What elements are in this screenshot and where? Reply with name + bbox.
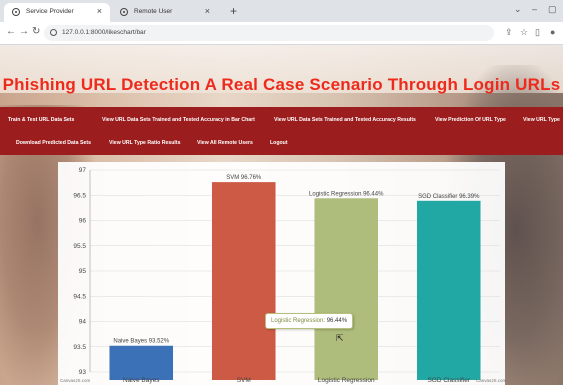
- tab-title: Service Provider: [26, 8, 74, 15]
- reload-icon[interactable]: ↻: [32, 26, 40, 37]
- tooltip-value: 96.44%: [326, 318, 348, 324]
- y-tick-label: 94: [79, 319, 87, 326]
- menu-remote-users[interactable]: View All Remote Users: [197, 140, 253, 146]
- browser-tab-bar: Service Provider × Remote User × + ⌄ – ▢: [0, 0, 563, 22]
- mouse-cursor-icon: ⇱: [336, 333, 344, 343]
- y-tick-label: 93: [79, 369, 87, 376]
- x-category-label: Logistic Regression: [318, 377, 375, 384]
- tab-title: Remote User: [134, 8, 173, 15]
- new-tab-button[interactable]: +: [230, 4, 237, 18]
- globe-icon: [12, 8, 20, 16]
- page-title: Phishing URL Detection A Real Case Scena…: [2, 75, 561, 94]
- menu-accuracy-bar-chart[interactable]: View URL Data Sets Trained and Tested Ac…: [102, 117, 255, 123]
- bar: [314, 198, 379, 380]
- info-icon[interactable]: [50, 29, 57, 36]
- y-tick-label: 97: [79, 167, 87, 174]
- x-category-label: SVM: [237, 377, 251, 384]
- data-label: Logistic Regression 96.44%: [309, 191, 384, 197]
- share-icon[interactable]: ⇪: [505, 27, 513, 38]
- data-label: SGD Classifier 96.39%: [418, 194, 480, 200]
- chart-credit-left[interactable]: CanvasJS.com: [60, 378, 90, 383]
- chevron-down-icon[interactable]: ⌄: [514, 4, 522, 15]
- accuracy-bar-chart: 97 96.5 96 95.5 95 94.5 94 93.5 93 Naive Bayes 93…: [58, 162, 506, 385]
- forward-arrow-icon[interactable]: →: [19, 26, 29, 37]
- menu-view-url-type[interactable]: View URL Type: [523, 117, 560, 123]
- y-tick-label: 94.5: [73, 293, 86, 300]
- data-label: SVM 96.76%: [226, 175, 262, 181]
- minimize-icon[interactable]: –: [532, 4, 537, 14]
- close-tab-icon[interactable]: ×: [97, 6, 102, 16]
- menu-logout[interactable]: Logout: [270, 140, 288, 146]
- y-tick-label: 95.5: [73, 243, 86, 250]
- profile-icon[interactable]: ●: [550, 27, 555, 37]
- close-tab-icon[interactable]: ×: [205, 6, 210, 16]
- y-tick-label: 96: [79, 218, 87, 225]
- chart-tooltip: Logistic Regression: 96.44%: [265, 313, 354, 329]
- menu-download-predicted[interactable]: Download Predicted Data Sets: [16, 140, 91, 146]
- y-tick-label: 96.5: [73, 192, 86, 199]
- bar: [416, 200, 481, 380]
- tooltip-label: Logistic Regression:: [271, 318, 326, 324]
- y-tick-label: 95: [79, 268, 87, 275]
- bookmark-star-icon[interactable]: ☆: [520, 27, 528, 38]
- data-label: Naive Bayes 93.52%: [113, 339, 169, 345]
- url-field[interactable]: 127.0.0.1:8000/likeschart/bar: [44, 25, 494, 41]
- globe-icon: [120, 8, 128, 16]
- browser-tab-service-provider[interactable]: Service Provider ×: [4, 3, 110, 22]
- menu-accuracy-results[interactable]: View URL Data Sets Trained and Tested Ac…: [274, 117, 416, 123]
- sidebar-icon[interactable]: ▯: [535, 27, 540, 38]
- chart-svg: 97 96.5 96 95.5 95 94.5 94 93.5 93 Naive Bayes 93…: [73, 167, 500, 384]
- y-tick-label: 93.5: [73, 344, 86, 351]
- nav-menu: Train & Test URL Data Sets View URL Data…: [0, 107, 563, 155]
- bar: [211, 182, 276, 380]
- maximize-icon[interactable]: ▢: [548, 4, 557, 15]
- x-category-label: SGD Classifier: [427, 377, 470, 384]
- chart-credit-right[interactable]: CanvasJS.com: [476, 378, 506, 383]
- bar: [109, 345, 174, 380]
- browser-tab-remote-user[interactable]: Remote User ×: [112, 3, 218, 22]
- menu-ratio-results[interactable]: View URL Type Ratio Results: [109, 140, 181, 146]
- menu-prediction-url-type[interactable]: View Prediction Of URL Type: [435, 117, 506, 123]
- url-text: 127.0.0.1:8000/likeschart/bar: [62, 29, 146, 36]
- x-category-label: Naive Bayes: [123, 377, 160, 384]
- back-arrow-icon[interactable]: ←: [6, 26, 16, 37]
- menu-train-test[interactable]: Train & Test URL Data Sets: [8, 117, 74, 123]
- address-bar: ← → ↻ 127.0.0.1:8000/likeschart/bar ⇪ ☆ …: [0, 22, 563, 45]
